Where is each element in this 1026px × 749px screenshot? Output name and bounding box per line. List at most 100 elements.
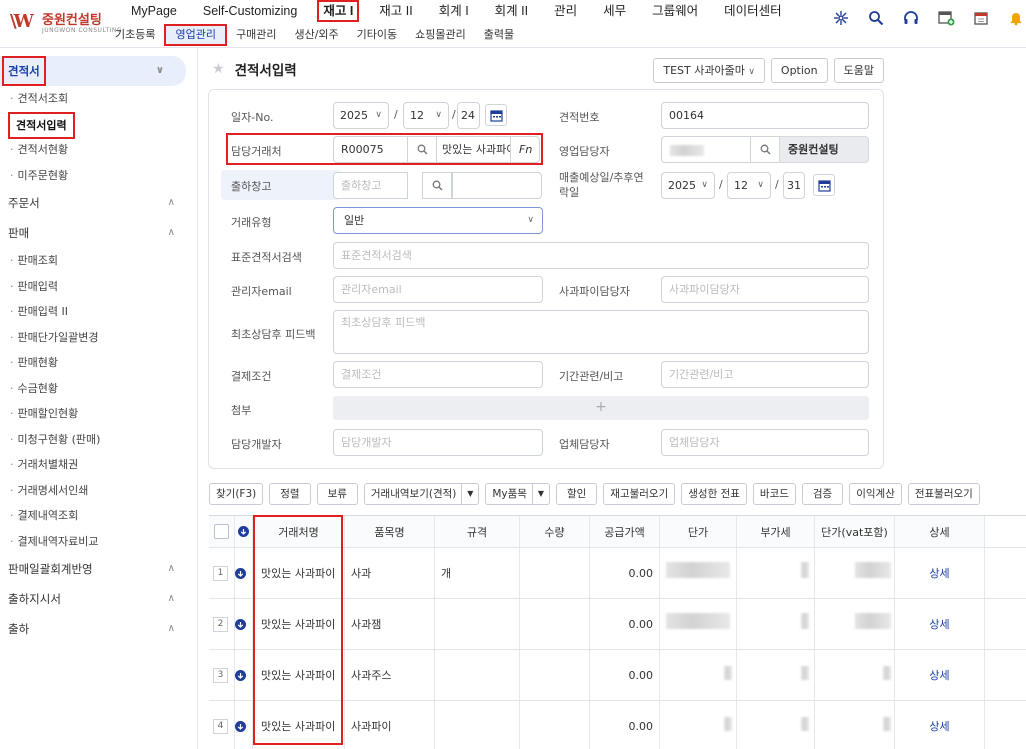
cell-item[interactable]: 사과 <box>345 548 435 598</box>
cell-item[interactable]: 사과파이 <box>345 701 435 749</box>
cell-qty[interactable] <box>520 701 590 749</box>
search-icon[interactable] <box>866 8 886 28</box>
cell-vat[interactable] <box>737 599 815 649</box>
sidebar-group-order[interactable]: 주문서 ∧ <box>0 188 197 218</box>
sub-menu-other-transfer[interactable]: 기타이동 <box>348 24 406 46</box>
expected-day-input[interactable]: 31 <box>783 172 805 199</box>
sub-menu-printouts[interactable]: 출력물 <box>475 24 523 46</box>
transaction-history-button[interactable]: 거래내역보기(견적) ▼ <box>363 483 480 505</box>
sort-button[interactable]: 정렬 <box>269 483 311 505</box>
warehouse-input[interactable]: 출하창고 <box>333 172 408 199</box>
sub-menu-shopping-mall[interactable]: 쇼핑몰관리 <box>406 24 475 46</box>
sales-manager-search-button[interactable] <box>750 136 780 163</box>
trade-type-select[interactable]: 일반 ∨ <box>333 207 543 234</box>
sidebar-item-sales-input[interactable]: · 판매입력 <box>0 274 197 300</box>
sidebar-item-collection-status[interactable]: · 수금현황 <box>0 376 197 402</box>
developer-input[interactable]: 담당개발자 <box>333 429 543 456</box>
sidebar-group-shipping-order[interactable]: 출하지시서 ∧ <box>0 584 197 614</box>
cell-price[interactable] <box>660 548 737 598</box>
calendar-icon[interactable] <box>971 8 991 28</box>
cell-price[interactable] <box>660 701 737 749</box>
cell-item[interactable]: 사과잼 <box>345 599 435 649</box>
select-all-checkbox[interactable] <box>214 524 229 539</box>
sidebar-item-sales-view[interactable]: · 판매조회 <box>0 248 197 274</box>
cell-vat[interactable] <box>737 650 815 700</box>
option-button[interactable]: Option <box>770 58 828 83</box>
cell-spec[interactable]: 개 <box>435 548 520 598</box>
sub-menu-purchase-management[interactable]: 구매관리 <box>227 24 285 46</box>
sidebar-item-payment-history[interactable]: · 결제내역조회 <box>0 503 197 529</box>
arrow-down-icon[interactable] <box>238 526 249 537</box>
headset-icon[interactable] <box>901 8 921 28</box>
fn-button[interactable]: Fn <box>510 136 540 163</box>
sidebar-item-estimate-input[interactable]: 견적서입력 <box>0 111 197 139</box>
column-header-item[interactable]: 품목명 <box>345 516 435 547</box>
column-header-vat[interactable]: 부가세 <box>737 516 815 547</box>
sales-manager-input[interactable] <box>661 136 751 163</box>
arrow-down-icon[interactable] <box>235 618 246 630</box>
estimate-no-input[interactable]: 00164 <box>661 102 869 129</box>
date-day-input[interactable]: 24 <box>457 102 480 129</box>
warehouse-search-button[interactable] <box>422 172 452 199</box>
sidebar-group-sales[interactable]: 판매 ∧ <box>0 218 197 248</box>
hold-button[interactable]: 보류 <box>316 483 358 505</box>
column-header-spec[interactable]: 규격 <box>435 516 520 547</box>
cell-spec[interactable] <box>435 701 520 749</box>
cell-price[interactable] <box>660 650 737 700</box>
discount-button[interactable]: 할인 <box>555 483 598 505</box>
period-input[interactable]: 기간관련/비고 <box>661 361 869 388</box>
column-header-qty[interactable]: 수량 <box>520 516 590 547</box>
arrow-down-icon[interactable] <box>235 567 246 579</box>
cell-item[interactable]: 사과주스 <box>345 650 435 700</box>
pie-manager-input[interactable]: 사과파이담당자 <box>661 276 869 303</box>
sidebar-item-statement-print[interactable]: · 거래명세서인쇄 <box>0 478 197 504</box>
cell-price-vat[interactable] <box>815 599 895 649</box>
favorite-star-icon[interactable]: ★ <box>212 61 225 77</box>
main-menu-tax[interactable]: 세무 <box>590 0 639 22</box>
cell-price-vat[interactable] <box>815 701 895 749</box>
payment-input[interactable]: 결제조건 <box>333 361 543 388</box>
validate-button[interactable]: 검증 <box>801 483 844 505</box>
vendor-manager-input[interactable]: 업체담당자 <box>661 429 869 456</box>
cell-supply[interactable]: 0.00 <box>590 701 660 749</box>
expected-calendar-button[interactable] <box>813 174 835 196</box>
arrow-down-icon[interactable] <box>235 720 246 732</box>
customer-name-input[interactable]: 맛있는 사과파이 <box>436 136 511 163</box>
cell-price-vat[interactable] <box>815 650 895 700</box>
help-button[interactable]: 도움말 <box>833 58 884 83</box>
sub-menu-basic-registration[interactable]: 기초등록 <box>106 24 164 46</box>
sub-menu-sales-management[interactable]: 영업관리 <box>164 24 227 46</box>
cell-vat[interactable] <box>737 548 815 598</box>
sidebar-group-batch-accounting[interactable]: 판매일괄회계반영 ∧ <box>0 554 197 584</box>
detail-link[interactable]: 상세 <box>895 701 985 749</box>
caret-down-icon[interactable]: ▼ <box>531 484 549 504</box>
main-menu-inventory-2[interactable]: 재고 II <box>366 0 425 22</box>
cell-supply[interactable]: 0.00 <box>590 599 660 649</box>
main-menu-management[interactable]: 관리 <box>541 0 590 22</box>
warehouse-name-input[interactable] <box>452 172 542 199</box>
calendar-button[interactable] <box>485 104 507 126</box>
cell-qty[interactable] <box>520 599 590 649</box>
sidebar-item-payment-compare[interactable]: · 결제내역자료비교 <box>0 529 197 555</box>
my-items-button[interactable]: My품목 ▼ <box>485 483 550 505</box>
sidebar-item-sales-price-change[interactable]: · 판매단가일괄변경 <box>0 325 197 351</box>
cell-supply[interactable]: 0.00 <box>590 650 660 700</box>
date-year-select[interactable]: 2025 ∨ <box>333 102 389 129</box>
customer-code-input[interactable]: R00075 <box>333 136 408 163</box>
arrow-down-icon[interactable] <box>235 669 246 681</box>
bell-icon[interactable] <box>1006 8 1026 28</box>
sidebar-item-sales-input-2[interactable]: · 판매입력 II <box>0 299 197 325</box>
cell-supply[interactable]: 0.00 <box>590 548 660 598</box>
created-slips-button[interactable]: 생성한 전표 <box>681 483 747 505</box>
column-header-detail[interactable]: 상세 <box>895 516 985 547</box>
find-button[interactable]: 찾기(F3) <box>209 483 264 505</box>
sub-menu-production[interactable]: 생산/외주 <box>285 24 347 46</box>
sidebar-item-estimate-status[interactable]: · 견적서현황 <box>0 137 197 163</box>
main-menu-groupware[interactable]: 그룹웨어 <box>639 0 711 22</box>
load-stock-button[interactable]: 재고불러오기 <box>603 483 676 505</box>
customer-search-button[interactable] <box>407 136 437 163</box>
cell-price-vat[interactable] <box>815 548 895 598</box>
cell-vat[interactable] <box>737 701 815 749</box>
sidebar-item-receivables-by-customer[interactable]: · 거래처별채권 <box>0 452 197 478</box>
load-slip-button[interactable]: 전표불러오기 <box>907 483 980 505</box>
